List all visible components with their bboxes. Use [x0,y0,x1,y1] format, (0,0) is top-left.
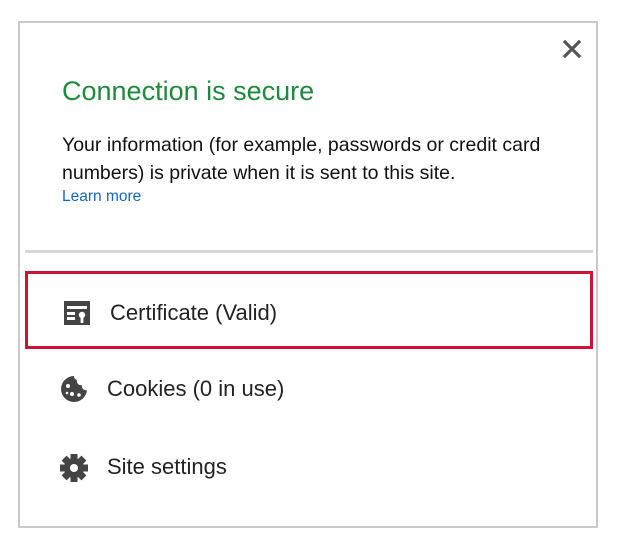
cookie-icon [59,374,89,404]
connection-description: Your information (for example, passwords… [62,134,541,184]
site-settings-label: Site settings [107,454,227,479]
section-divider [25,250,593,253]
popup-title: Connection is secure [62,76,315,106]
learn-more-link[interactable]: Learn more [62,188,141,206]
gear-icon [59,453,89,483]
cookies-row[interactable]: Cookies (0 in use) [25,350,593,428]
certificate-row[interactable]: Certificate (Valid) [25,271,593,349]
certificate-label: Certificate (Valid) [110,300,278,325]
site-settings-row[interactable]: Site settings [25,428,593,506]
close-icon [562,39,582,59]
certificate-icon [62,298,92,328]
cookies-label: Cookies (0 in use) [107,376,285,401]
close-button[interactable] [559,36,585,62]
